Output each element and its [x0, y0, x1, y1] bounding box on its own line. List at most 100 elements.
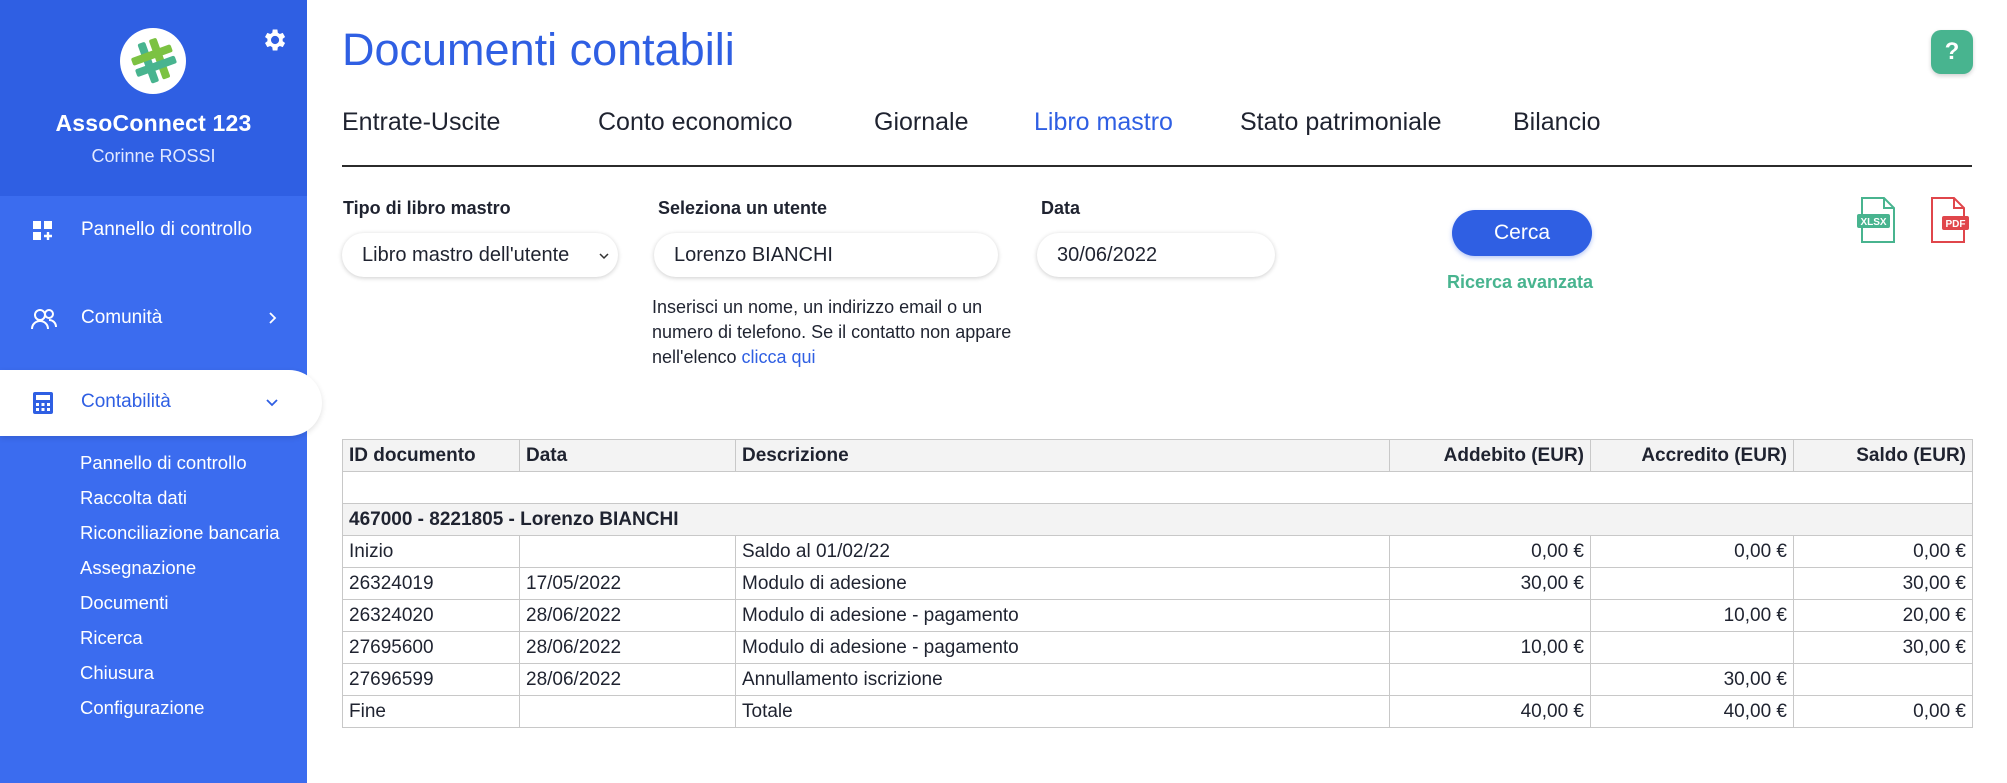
cell-id: 26324020 [342, 599, 520, 632]
sidebar: AssoConnect 123 Corinne ROSSI Pannello d… [0, 0, 322, 783]
column-header[interactable]: ID documento [342, 439, 520, 472]
cell-description: Modulo di adesione - pagamento [735, 631, 1390, 664]
cell-debit: 30,00 € [1389, 567, 1591, 600]
column-header[interactable]: Accredito (EUR) [1590, 439, 1794, 472]
help-button[interactable]: ? [1931, 30, 1973, 74]
nav-item-accounting[interactable]: Contabilità [0, 370, 322, 436]
cell-date: 17/05/2022 [519, 567, 736, 600]
cell-id: 27696599 [342, 663, 520, 696]
chevron-down-icon [264, 394, 280, 415]
export-pdf-icon[interactable]: PDF [1928, 196, 1970, 244]
subnav-bank-reconciliation[interactable]: Riconciliazione bancaria [80, 522, 280, 544]
ledger-type-select[interactable]: Libro mastro dell'utente [342, 233, 618, 277]
tab-trial-balance[interactable]: Bilancio [1513, 108, 1601, 137]
cell-id: Fine [342, 695, 520, 728]
cell-credit: 30,00 € [1590, 663, 1794, 696]
cell-balance: 0,00 € [1793, 535, 1973, 568]
cell-description: Totale [735, 695, 1390, 728]
cell-debit [1389, 599, 1591, 632]
table-row: Inizio Saldo al 01/02/22 0,00 € 0,00 € 0… [342, 535, 1973, 568]
table-row: 26324019 17/05/2022 Modulo di adesione 3… [342, 567, 1973, 600]
cell-id: 27695600 [342, 631, 520, 664]
nav-item-community[interactable]: Comunità [0, 286, 307, 352]
subnav-closing[interactable]: Chiusura [80, 662, 154, 684]
people-icon [30, 306, 57, 332]
tab-income-expenses[interactable]: Entrate-Uscite [342, 108, 500, 137]
cell-credit: 10,00 € [1590, 599, 1794, 632]
cell-id: Inizio [342, 535, 520, 568]
subnav-documents[interactable]: Documenti [80, 592, 168, 614]
click-here-link[interactable]: clicca qui [742, 347, 816, 367]
nav-item-dashboard[interactable]: Pannello di controllo [0, 198, 307, 264]
export-xlsx-icon[interactable]: XLSX [1856, 196, 1898, 244]
table-spacer-row [342, 471, 1973, 504]
cell-date: 28/06/2022 [519, 599, 736, 632]
cell-balance: 30,00 € [1793, 631, 1973, 664]
subnav-dashboard[interactable]: Pannello di controllo [80, 452, 247, 474]
cell-description: Saldo al 01/02/22 [735, 535, 1390, 568]
cell-balance: 20,00 € [1793, 599, 1973, 632]
column-header[interactable]: Data [519, 439, 736, 472]
ledger-table: ID documento Data Descrizione Addebito (… [342, 439, 1973, 728]
tab-balance-sheet[interactable]: Stato patrimoniale [1240, 108, 1442, 137]
cell-debit [1389, 663, 1591, 696]
org-name: AssoConnect 123 [55, 110, 252, 136]
table-row: 26324020 28/06/2022 Modulo di adesione -… [342, 599, 1973, 632]
account-group-row: 467000 - 8221805 - Lorenzo BIANCHI [342, 503, 1973, 536]
subnav-configuration[interactable]: Configurazione [80, 697, 204, 719]
date-input[interactable]: 30/06/2022 [1037, 233, 1275, 277]
cell-date [519, 535, 736, 568]
dashboard-icon [30, 218, 56, 244]
user-select-label: Seleziona un utente [658, 198, 828, 218]
settings-gear-icon[interactable] [260, 26, 288, 54]
nav-label-community: Comunità [81, 307, 163, 328]
cell-debit: 0,00 € [1389, 535, 1591, 568]
tabs-divider [342, 165, 1972, 167]
cell-balance: 0,00 € [1793, 695, 1973, 728]
chevron-right-icon [264, 310, 280, 326]
table-header-row: ID documento Data Descrizione Addebito (… [342, 439, 1973, 472]
cell-description: Modulo di adesione [735, 567, 1390, 600]
user-name: Corinne ROSSI [91, 146, 216, 166]
column-header[interactable]: Saldo (EUR) [1793, 439, 1973, 472]
column-header[interactable]: Descrizione [735, 439, 1390, 472]
cell-date: 28/06/2022 [519, 663, 736, 696]
ledger-type-label: Tipo di libro mastro [343, 198, 511, 218]
calculator-icon [30, 390, 56, 421]
search-button[interactable]: Cerca [1452, 210, 1592, 256]
user-search-helptext: Inserisci un nome, un indirizzo email o … [652, 295, 1022, 370]
tab-journal[interactable]: Giornale [874, 108, 969, 137]
subnav-data-collection[interactable]: Raccolta dati [80, 487, 187, 509]
cell-credit [1590, 631, 1794, 664]
tab-general-ledger[interactable]: Libro mastro [1034, 108, 1173, 137]
cell-balance: 30,00 € [1793, 567, 1973, 600]
cell-description: Modulo di adesione - pagamento [735, 599, 1390, 632]
table-row: 27696599 28/06/2022 Annullamento iscrizi… [342, 663, 1973, 696]
subnav-search[interactable]: Ricerca [80, 627, 143, 649]
cell-date: 28/06/2022 [519, 631, 736, 664]
helptext-body: Inserisci un nome, un indirizzo email o … [652, 297, 1012, 367]
table-row: Fine Totale 40,00 € 40,00 € 0,00 € [342, 695, 1973, 728]
cell-credit: 40,00 € [1590, 695, 1794, 728]
user-search-input[interactable]: Lorenzo BIANCHI [654, 233, 998, 277]
cell-debit: 10,00 € [1389, 631, 1591, 664]
cell-description: Annullamento iscrizione [735, 663, 1390, 696]
cell-credit: 0,00 € [1590, 535, 1794, 568]
sidebar-header: AssoConnect 123 Corinne ROSSI [0, 0, 307, 196]
cell-debit: 40,00 € [1389, 695, 1591, 728]
export-pdf-text: PDF [1946, 219, 1966, 230]
date-label: Data [1041, 198, 1081, 218]
table-row: 27695600 28/06/2022 Modulo di adesione -… [342, 631, 1973, 664]
org-logo[interactable] [120, 28, 186, 94]
account-group-title: 467000 - 8221805 - Lorenzo BIANCHI [342, 503, 1973, 536]
advanced-search-link[interactable]: Ricerca avanzata [1420, 272, 1620, 293]
tab-income-statement[interactable]: Conto economico [598, 108, 793, 137]
export-xlsx-text: XLSX [1860, 217, 1886, 228]
cell-date [519, 695, 736, 728]
cell-balance [1793, 663, 1973, 696]
column-header[interactable]: Addebito (EUR) [1389, 439, 1591, 472]
nav-label-dashboard: Pannello di controllo [81, 219, 253, 240]
page-title: Documenti contabili [342, 24, 735, 75]
subnav-assignment[interactable]: Assegnazione [80, 557, 196, 579]
cell-id: 26324019 [342, 567, 520, 600]
